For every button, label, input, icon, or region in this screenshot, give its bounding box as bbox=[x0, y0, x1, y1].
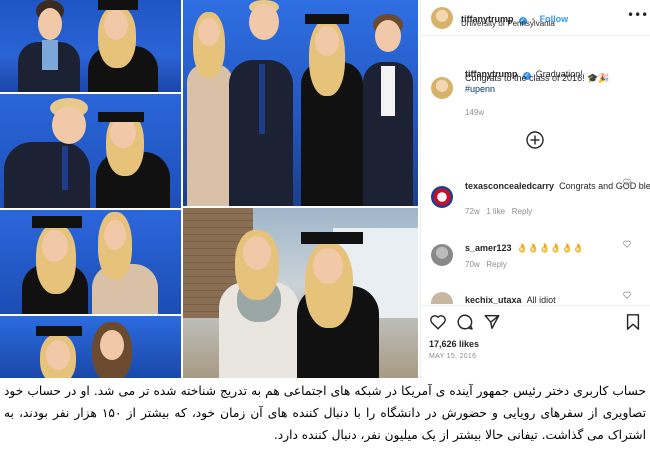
photo-graduation-couple bbox=[0, 0, 181, 92]
comment-age: 70w bbox=[465, 260, 480, 269]
caption-avatar[interactable] bbox=[431, 77, 453, 99]
comment-meta: 72w 1 like Reply bbox=[465, 207, 532, 216]
comment-text: 👌👌👌👌👌👌 bbox=[516, 243, 584, 253]
post-date: MAY 15, 2016 bbox=[429, 353, 477, 360]
share-icon[interactable] bbox=[483, 313, 501, 331]
comment-age: 72w bbox=[465, 207, 480, 216]
post-action-bar: 17,626 likes MAY 15, 2016 bbox=[421, 305, 650, 378]
comment-avatar[interactable] bbox=[431, 186, 453, 208]
photo-graduate-with-father bbox=[0, 94, 181, 208]
instagram-post-panel: tiffanytrump ✓ • Follow University of Pe… bbox=[420, 0, 650, 378]
photo-family-group bbox=[183, 0, 418, 206]
photo-graduate-with-sister bbox=[0, 210, 181, 314]
caption-age: 149w bbox=[465, 108, 485, 117]
article-caption: حساب کاربری دختر رئیس جمهور آینده ی آمری… bbox=[4, 384, 647, 442]
like-comment-heart-icon[interactable] bbox=[623, 178, 631, 186]
photo-collage bbox=[0, 0, 418, 378]
likes-count[interactable]: 17,626 likes bbox=[429, 339, 479, 349]
author-avatar[interactable] bbox=[431, 7, 453, 29]
comment-avatar[interactable] bbox=[431, 244, 453, 266]
comment-like-count[interactable]: 1 like bbox=[486, 207, 505, 216]
comment-avatar[interactable] bbox=[431, 292, 453, 304]
reply-button[interactable]: Reply bbox=[512, 207, 532, 216]
caption-line-2: Congrats to the class of 2016! 🎓🎉 bbox=[465, 73, 610, 83]
comment-username[interactable]: texasconcealedcarry bbox=[465, 181, 554, 191]
comment-meta: 70w Reply bbox=[465, 260, 507, 269]
like-heart-icon[interactable] bbox=[429, 313, 447, 331]
like-comment-heart-icon[interactable] bbox=[623, 240, 631, 248]
load-more-comments-icon[interactable] bbox=[525, 130, 545, 150]
like-comment-heart-icon[interactable] bbox=[623, 291, 631, 299]
comment-text: All idiot bbox=[526, 295, 556, 305]
more-options-icon[interactable]: ••• bbox=[627, 8, 648, 22]
photo-graduate-outdoors bbox=[183, 208, 418, 378]
comment-text: Congrats and GOD bless ! bbox=[559, 181, 650, 191]
save-bookmark-icon[interactable] bbox=[625, 313, 641, 331]
caption-hashtag[interactable]: #upenn bbox=[465, 84, 495, 94]
comment-bubble-icon[interactable] bbox=[456, 313, 474, 331]
post-header: tiffanytrump ✓ • Follow University of Pe… bbox=[421, 0, 650, 36]
comment-username[interactable]: s_amer123 bbox=[465, 243, 512, 253]
post-location[interactable]: University of Pennsylvania bbox=[461, 19, 555, 28]
photo-graduate-with-woman bbox=[0, 316, 181, 378]
comment-username[interactable]: kechix_utaxa bbox=[465, 295, 522, 305]
reply-button[interactable]: Reply bbox=[486, 260, 506, 269]
